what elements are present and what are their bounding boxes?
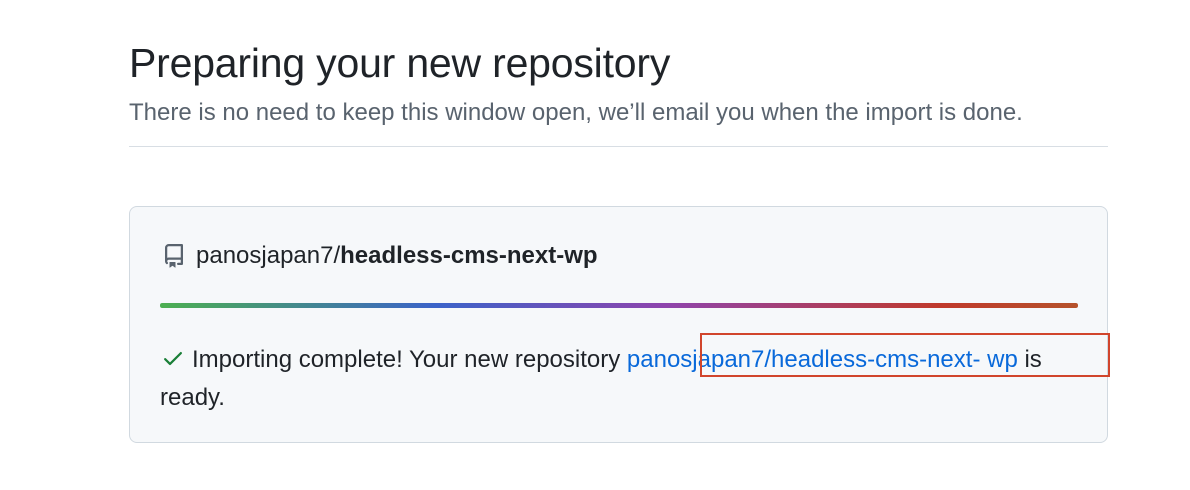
- check-icon: [164, 352, 182, 366]
- repo-link[interactable]: panosjapan7/headless-cms-next- wp: [627, 346, 1018, 373]
- status-prefix: Importing complete! Your new repository: [192, 346, 627, 373]
- repo-owner: panosjapan7: [196, 242, 334, 269]
- repo-link-part1[interactable]: panosjapan7/headless-cms-next-: [627, 346, 981, 373]
- page-subtitle: There is no need to keep this window ope…: [129, 99, 1023, 126]
- page-title: Preparing your new repository: [129, 40, 671, 86]
- repo-link-part2[interactable]: wp: [987, 346, 1018, 373]
- repo-name: headless-cms-next-wp: [340, 242, 598, 269]
- repo-separator: /: [333, 242, 341, 269]
- import-progress-fill: [160, 303, 1078, 308]
- import-progress-bar: [160, 303, 1078, 308]
- repo-icon: [161, 241, 187, 271]
- import-status-card: panosjapan7/headless-cms-next-wp Importi…: [129, 206, 1110, 443]
- import-status-message: Importing complete! Your new repository …: [160, 333, 1110, 417]
- repo-heading: panosjapan7/headless-cms-next-wp: [161, 240, 598, 272]
- divider: [129, 146, 1108, 147]
